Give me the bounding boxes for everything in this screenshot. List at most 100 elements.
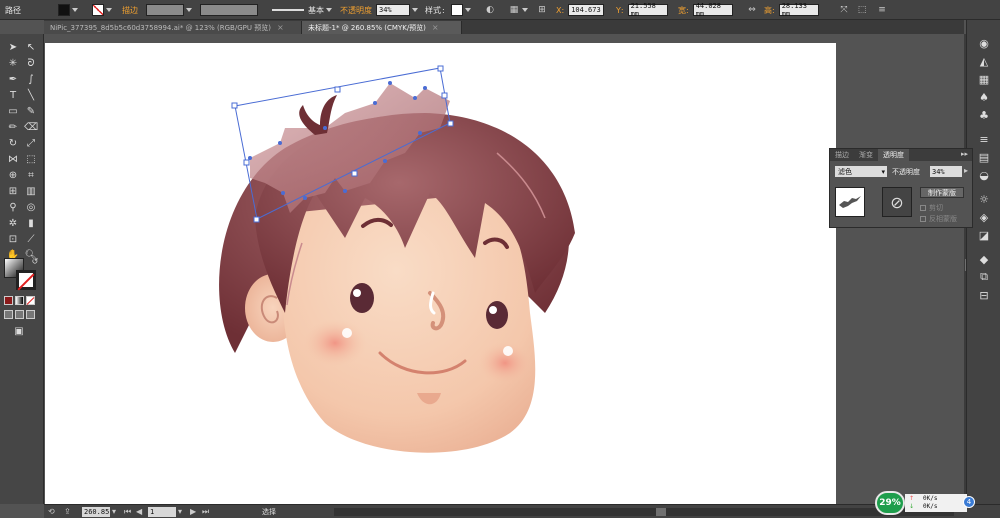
checkbox-box[interactable] [920, 216, 926, 222]
layers-icon[interactable]: ◆ [977, 252, 991, 266]
perspective-grid-tool-icon[interactable]: ⌗ [24, 168, 38, 182]
tab-gradient[interactable]: 渐变 [854, 149, 878, 161]
share-icon[interactable]: ⇪ [64, 507, 74, 517]
fill-swatch[interactable] [58, 3, 78, 17]
color-mode-icon[interactable] [4, 296, 13, 305]
chevron-down-icon[interactable]: ▾ [881, 168, 885, 176]
color-guide-icon[interactable]: ◭ [977, 54, 991, 68]
chevron-down-icon[interactable] [186, 8, 192, 12]
panel-menu-button[interactable]: ≡ [876, 3, 888, 17]
checkbox-box[interactable] [920, 205, 926, 211]
profile-field[interactable] [200, 4, 258, 16]
swatches-icon[interactable]: ▦ [977, 72, 991, 86]
scrollbar-thumb[interactable] [656, 508, 666, 516]
zoom-input[interactable]: 260.85 [82, 507, 110, 517]
tab-document-1[interactable]: NiPic_377395_8d5b5c60d3758994.ai* @ 123%… [44, 21, 302, 34]
link-icon[interactable]: ⇔ [746, 4, 758, 16]
artboards-icon[interactable]: ⧉ [977, 270, 991, 284]
mask-thumbnail[interactable]: ⊘ [882, 187, 912, 217]
align-panel-icon[interactable]: ⊟ [977, 288, 991, 302]
style-control[interactable]: 样式 : [425, 3, 471, 17]
symbols-icon[interactable]: ♣ [977, 108, 991, 122]
chevron-right-icon[interactable]: ▸ [964, 166, 968, 175]
gradient-tool-icon[interactable]: ▥ [24, 184, 38, 198]
eraser-tool-icon[interactable]: ⌫ [24, 120, 38, 134]
artboard-number-input[interactable]: 1 [148, 507, 176, 517]
align-button[interactable]: ▦ [508, 3, 528, 17]
variable-width-profile[interactable] [200, 3, 258, 17]
invert-mask-checkbox[interactable]: 反相蒙版 [920, 214, 957, 224]
first-artboard-icon[interactable]: ⏮ [124, 507, 131, 517]
width-input[interactable]: 44.028 mm [692, 2, 733, 18]
selection-tool-icon[interactable]: ➤ [6, 40, 20, 54]
paintbrush-tool-icon[interactable]: ✎ [24, 104, 38, 118]
x-input[interactable]: 104.673 [568, 4, 605, 16]
opacity-input[interactable]: 34% [376, 4, 410, 16]
boy-illustration[interactable] [45, 43, 836, 504]
horizontal-scrollbar[interactable] [334, 508, 954, 516]
recolor-button[interactable]: ◐ [484, 3, 496, 17]
panel-opacity-input[interactable]: 34% [930, 166, 962, 177]
curvature-tool-icon[interactable]: ∫ [24, 72, 38, 86]
make-mask-button[interactable]: 制作蒙版 [920, 187, 964, 198]
eyedropper-tool-icon[interactable]: ⚲ [6, 200, 20, 214]
gradient-panel-icon[interactable]: ▤ [977, 150, 991, 164]
draw-normal-icon[interactable] [4, 310, 13, 319]
appearance-icon[interactable]: ☼ [977, 192, 991, 206]
y-input[interactable]: 21.558 mm [627, 2, 668, 18]
chevron-down-icon[interactable] [464, 8, 471, 12]
stroke-panel-icon[interactable]: ≡ [977, 132, 991, 146]
lasso-tool-icon[interactable]: ᘐ [24, 56, 38, 70]
artboard[interactable] [45, 43, 836, 504]
symbol-sprayer-tool-icon[interactable]: ✲ [6, 216, 20, 230]
isolate-icon[interactable]: ⬚ [856, 4, 868, 16]
brush-definition[interactable]: 基本 [272, 3, 332, 17]
color-panel-icon[interactable]: ◉ [977, 36, 991, 50]
previous-artboard-icon[interactable]: ◀ [136, 507, 142, 516]
canvas-area[interactable] [44, 34, 964, 504]
clip-checkbox[interactable]: 剪切 [920, 203, 943, 213]
gradient-mode-icon[interactable] [15, 296, 24, 305]
slice-tool-icon[interactable]: ⟋ [24, 232, 38, 246]
stroke-weight[interactable]: 描边 [122, 3, 192, 17]
style-swatch[interactable] [450, 4, 463, 16]
none-mode-icon[interactable] [26, 296, 35, 305]
blend-mode-select[interactable]: 滤色 ▾ [835, 166, 887, 177]
x-position[interactable]: X : 104.673 [556, 3, 605, 17]
direct-selection-tool-icon[interactable]: ↖ [24, 40, 38, 54]
width-control[interactable]: 宽 : 44.028 mm [678, 2, 733, 18]
rotate-tool-icon[interactable]: ↻ [6, 136, 20, 150]
rotate-view-icon[interactable]: ⟲ [48, 507, 58, 517]
type-tool-icon[interactable]: T [6, 88, 20, 102]
image-trace-icon[interactable]: ◪ [977, 228, 991, 242]
fill-color-icon[interactable] [58, 4, 70, 16]
transparency-panel-icon[interactable]: ◒ [977, 168, 991, 182]
isolate-button[interactable]: ⬚ [856, 3, 868, 17]
chevron-right-icon[interactable] [412, 8, 418, 12]
reference-point-icon[interactable]: ⊞ [536, 4, 548, 16]
next-artboard-icon[interactable]: ▶ [190, 507, 196, 516]
transform-icon[interactable]: ⤧ [838, 4, 850, 16]
y-position[interactable]: Y : 21.558 mm [616, 2, 668, 18]
mesh-tool-icon[interactable]: ⊞ [6, 184, 20, 198]
close-icon[interactable]: × [277, 23, 284, 32]
tab-transparency[interactable]: 透明度 [878, 149, 909, 161]
transform-button[interactable]: ⤧ [838, 3, 850, 17]
stroke-weight-field[interactable] [146, 4, 184, 16]
chevron-down-icon[interactable]: ▾ [178, 507, 182, 516]
last-artboard-icon[interactable]: ⏭ [202, 507, 209, 517]
chevron-down-icon[interactable] [106, 8, 112, 12]
chevron-down-icon[interactable]: ▾ [112, 507, 116, 516]
line-tool-icon[interactable]: ╲ [24, 88, 38, 102]
height-control[interactable]: 高 : 28.133 mm [764, 2, 819, 18]
chevron-down-icon[interactable] [72, 8, 78, 12]
rectangle-tool-icon[interactable]: ▭ [6, 104, 20, 118]
panel-menu-icon[interactable]: ▸▸ [961, 150, 968, 158]
recolor-icon[interactable]: ◐ [484, 4, 496, 16]
pen-tool-icon[interactable]: ✒ [6, 72, 20, 86]
swap-colors-icon[interactable]: ↺ [28, 254, 42, 268]
graphic-styles-icon[interactable]: ◈ [977, 210, 991, 224]
menu-icon[interactable]: ≡ [876, 4, 888, 16]
magic-wand-tool-icon[interactable]: ✳ [6, 56, 20, 70]
height-input[interactable]: 28.133 mm [778, 2, 819, 18]
